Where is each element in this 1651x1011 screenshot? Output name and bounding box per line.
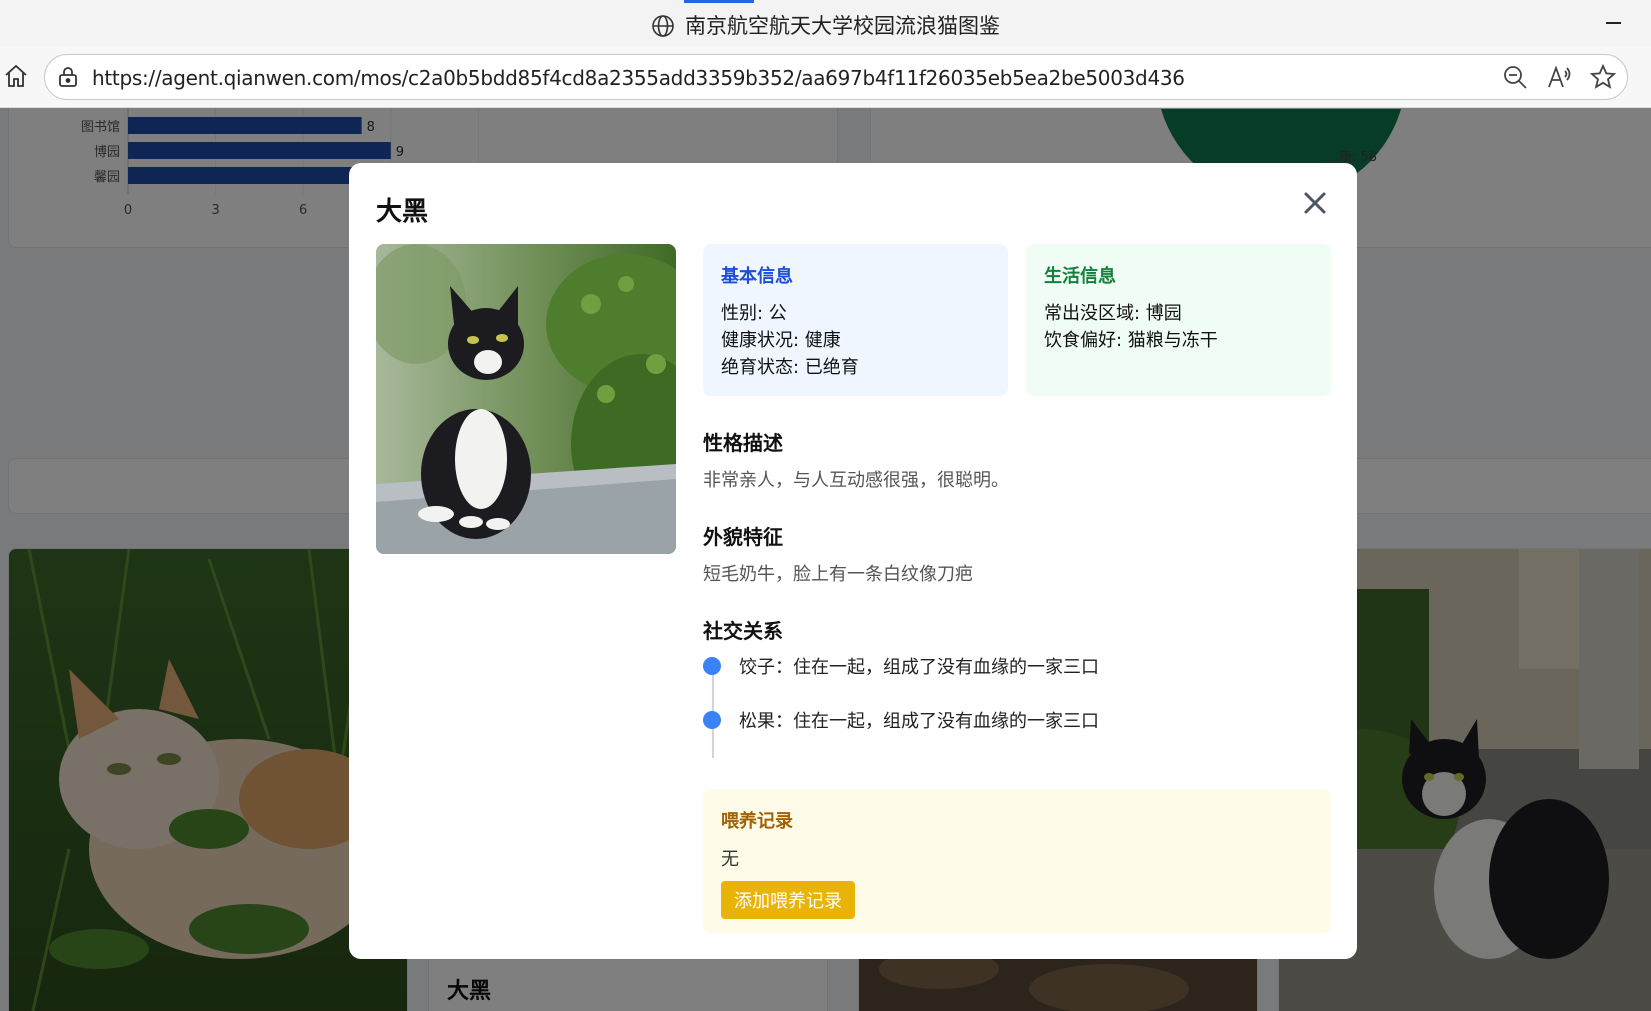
zoom-out-icon[interactable] bbox=[1501, 63, 1529, 91]
social-item: 松果：住在一起，组成了没有血缘的一家三口 bbox=[703, 707, 1099, 733]
life-info-heading: 生活信息 bbox=[1044, 266, 1116, 287]
window-title: 南京航空航天大学校园流浪猫图鉴 bbox=[0, 10, 1651, 40]
minimize-button[interactable] bbox=[1603, 12, 1623, 32]
favorite-star-icon[interactable] bbox=[1589, 63, 1617, 91]
appearance-text: 短毛奶牛，脸上有一条白纹像刀疤 bbox=[703, 564, 973, 585]
feeding-heading: 喂养记录 bbox=[721, 811, 793, 832]
lock-icon[interactable] bbox=[57, 66, 79, 88]
personality-text: 非常亲人，与人互动感很强，很聪明。 bbox=[703, 470, 1009, 491]
cat-photo bbox=[376, 244, 676, 554]
read-aloud-icon[interactable] bbox=[1545, 63, 1573, 91]
timeline-dot-icon bbox=[703, 657, 721, 675]
social-item-text: 松果：住在一起，组成了没有血缘的一家三口 bbox=[739, 711, 1099, 732]
basic-info-panel: 基本信息 性别: 公 健康状况: 健康 绝育状态: 已绝育 bbox=[703, 244, 1008, 396]
url-text[interactable]: https://agent.qianwen.com/mos/c2a0b5bdd8… bbox=[92, 66, 1185, 90]
add-feeding-record-button[interactable]: 添加喂养记录 bbox=[721, 881, 855, 919]
home-icon[interactable] bbox=[2, 62, 30, 90]
social-heading: 社交关系 bbox=[703, 619, 783, 643]
modal-title: 大黑 bbox=[376, 197, 429, 227]
appearance-heading: 外貌特征 bbox=[703, 525, 783, 549]
life-info-panel: 生活信息 常出没区域: 博园 饮食偏好: 猫粮与冻干 bbox=[1026, 244, 1331, 396]
address-bar: https://agent.qianwen.com/mos/c2a0b5bdd8… bbox=[0, 46, 1651, 108]
browser-titlebar: 南京航空航天大学校园流浪猫图鉴 bbox=[0, 0, 1651, 46]
neuter-row: 绝育状态: 已绝育 bbox=[721, 357, 859, 378]
active-tab-indicator bbox=[684, 0, 754, 3]
basic-info-heading: 基本信息 bbox=[721, 266, 793, 287]
social-item: 饺子：住在一起，组成了没有血缘的一家三口 bbox=[703, 653, 1099, 679]
health-row: 健康状况: 健康 bbox=[721, 330, 841, 351]
feeding-empty-text: 无 bbox=[721, 849, 739, 870]
cat-detail-modal: 大黑 基本信息 性别: 公 健康状况: 健康 绝育状态: 已绝育 生活信息 常出… bbox=[349, 163, 1357, 959]
feeding-record-panel: 喂养记录 无 添加喂养记录 bbox=[703, 789, 1331, 933]
gender-row: 性别: 公 bbox=[721, 303, 787, 324]
personality-heading: 性格描述 bbox=[703, 431, 783, 455]
area-row: 常出没区域: 博园 bbox=[1044, 303, 1182, 324]
url-actions bbox=[1501, 63, 1617, 91]
social-item-text: 饺子：住在一起，组成了没有血缘的一家三口 bbox=[739, 657, 1099, 678]
timeline-dot-icon bbox=[703, 711, 721, 729]
tab-title: 南京航空航天大学校园流浪猫图鉴 bbox=[685, 14, 1000, 38]
url-field[interactable]: https://agent.qianwen.com/mos/c2a0b5bdd8… bbox=[44, 54, 1628, 100]
globe-icon bbox=[652, 15, 674, 37]
close-icon[interactable] bbox=[1301, 189, 1329, 217]
diet-row: 饮食偏好: 猫粮与冻干 bbox=[1044, 330, 1218, 351]
